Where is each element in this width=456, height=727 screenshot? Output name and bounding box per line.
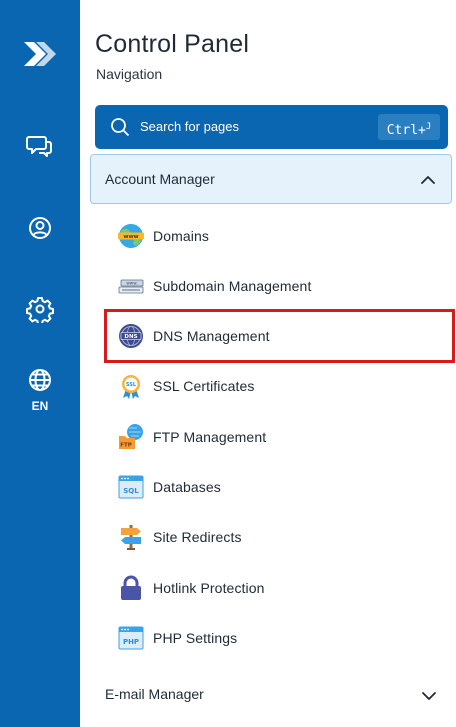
chat-bubbles-icon[interactable] bbox=[26, 132, 54, 160]
section-label: Account Manager bbox=[105, 171, 215, 187]
section-label: E-mail Manager bbox=[105, 686, 204, 702]
svg-text:PHP: PHP bbox=[123, 638, 139, 646]
sql-database-icon: SQL bbox=[118, 475, 144, 499]
nav-item-label: PHP Settings bbox=[153, 630, 238, 646]
nav-item-label: SSL Certificates bbox=[153, 378, 255, 394]
lock-icon bbox=[121, 575, 141, 600]
page-title: Control Panel bbox=[95, 30, 250, 58]
shortcut-key: J bbox=[425, 122, 432, 132]
nav-item-label: Domains bbox=[153, 228, 209, 244]
nav-item-databases[interactable]: SQL Databases bbox=[117, 469, 447, 505]
svg-text:FTP: FTP bbox=[120, 443, 132, 449]
ftp-icon: FTP bbox=[119, 424, 143, 449]
svg-text:SSL: SSL bbox=[126, 382, 137, 388]
section-header-account-manager[interactable]: Account Manager bbox=[90, 154, 452, 204]
nav-item-ftp-management[interactable]: FTP FTP Management bbox=[117, 419, 447, 455]
nav-item-label: Hotlink Protection bbox=[153, 580, 265, 596]
nav-item-label: Site Redirects bbox=[153, 529, 242, 545]
nav-item-site-redirects[interactable]: Site Redirects bbox=[117, 519, 447, 555]
sidebar-rail: EN bbox=[0, 0, 80, 727]
chevron-down-icon bbox=[422, 692, 436, 700]
signpost-icon bbox=[121, 525, 141, 550]
nav-item-domains[interactable]: www Domains bbox=[117, 218, 447, 254]
nav-item-label: Subdomain Management bbox=[153, 278, 312, 294]
subdomain-icon: www. bbox=[118, 279, 144, 294]
ssl-badge-icon: SSL bbox=[122, 375, 140, 399]
search-icon bbox=[111, 118, 130, 137]
nav-item-label: FTP Management bbox=[153, 429, 267, 445]
page-subtitle: Navigation bbox=[96, 66, 163, 82]
gear-icon[interactable] bbox=[26, 295, 54, 323]
svg-text:www.: www. bbox=[126, 281, 137, 286]
language-label[interactable]: EN bbox=[0, 399, 80, 413]
search-placeholder: Search for pages bbox=[140, 119, 240, 134]
search-input[interactable]: Search for pages Ctrl+J bbox=[95, 105, 448, 149]
keyboard-shortcut-badge: Ctrl+J bbox=[378, 114, 440, 140]
section-header-email-manager[interactable]: E-mail Manager bbox=[90, 676, 452, 716]
nav-item-label: Databases bbox=[153, 479, 221, 495]
nav-item-php-settings[interactable]: PHP PHP Settings bbox=[117, 620, 447, 656]
shortcut-main: Ctrl+ bbox=[386, 123, 426, 138]
nav-item-ssl-certificates[interactable]: SSL SSL Certificates bbox=[117, 368, 447, 404]
nav-item-subdomain-management[interactable]: www. Subdomain Management bbox=[117, 268, 447, 304]
www-globe-icon: www bbox=[118, 224, 144, 248]
user-circle-icon[interactable] bbox=[26, 214, 54, 242]
svg-text:www: www bbox=[123, 234, 138, 240]
brand-logo-icon[interactable] bbox=[20, 34, 60, 74]
svg-text:SQL: SQL bbox=[123, 487, 139, 495]
highlight-box bbox=[104, 309, 455, 363]
chevron-up-icon bbox=[421, 176, 435, 184]
php-icon: PHP bbox=[118, 626, 144, 650]
globe-icon[interactable] bbox=[26, 366, 54, 394]
nav-item-hotlink-protection[interactable]: Hotlink Protection bbox=[117, 570, 447, 606]
